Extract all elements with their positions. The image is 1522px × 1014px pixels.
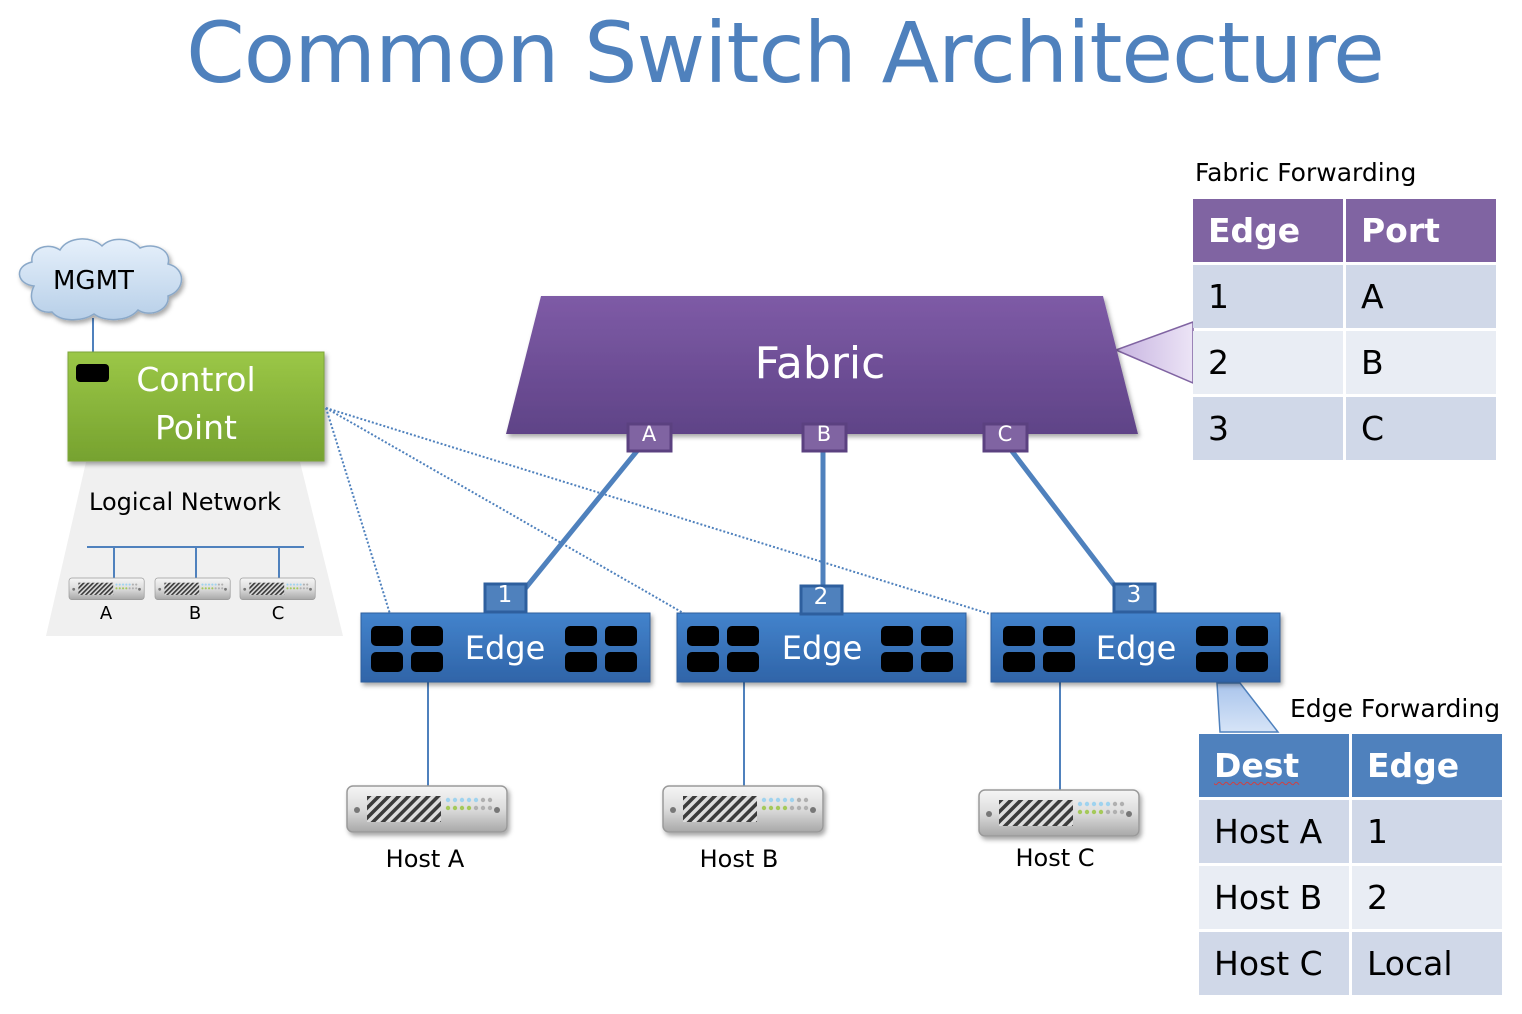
host-links	[427, 670, 1061, 792]
control-point-line2: Point	[155, 408, 237, 447]
host-b-icon[interactable]	[662, 785, 824, 833]
table-cell: 1	[1193, 265, 1343, 328]
edge-3-label: Edge	[1095, 629, 1177, 667]
logical-host-c-icon	[239, 577, 316, 600]
table-row: 2 B	[1193, 331, 1496, 394]
table-cell: Host C	[1199, 932, 1349, 995]
fabric-label: Fabric	[754, 338, 886, 389]
host-a-icon[interactable]	[346, 785, 508, 833]
mgmt-label: MGMT	[53, 266, 134, 296]
host-c-label: Host C	[1015, 844, 1095, 872]
fabric-links	[522, 444, 1120, 592]
edge-1-port-label: 1	[497, 582, 513, 608]
table-cell: 1	[1352, 800, 1502, 863]
host-c-icon[interactable]	[978, 789, 1140, 837]
logical-network-label: Logical Network	[89, 488, 281, 516]
table-cell: Host B	[1199, 866, 1349, 929]
host-a-label: Host A	[385, 845, 465, 873]
control-point-line1: Control	[136, 360, 256, 399]
table-header-cell: Dest	[1199, 734, 1349, 797]
dest-header-text: Dest	[1214, 746, 1300, 785]
fabric-forwarding-caption: Fabric Forwarding	[1195, 158, 1417, 187]
edge-table-callout	[1216, 682, 1280, 733]
logical-host-c-label: C	[271, 603, 285, 624]
table-header-cell: Edge	[1193, 199, 1343, 262]
fabric-port-a-label: A	[641, 422, 657, 446]
fabric-forwarding-table: Edge Port 1 A 2 B 3 C	[1190, 196, 1499, 463]
table-header-row: Dest Edge	[1199, 734, 1502, 797]
page-title: Common Switch Architecture	[186, 4, 1385, 102]
table-row: Host B 2	[1199, 866, 1502, 929]
edge-3-port-label: 3	[1126, 582, 1142, 608]
table-row: 3 C	[1193, 397, 1496, 460]
table-row: Host A 1	[1199, 800, 1502, 863]
fabric-port-c-label: C	[997, 422, 1013, 446]
edge-forwarding-table: Dest Edge Host A 1 Host B 2 Host C Local	[1196, 731, 1505, 998]
table-cell: Local	[1352, 932, 1502, 995]
control-point-label: Control Point	[68, 356, 324, 452]
table-cell: 3	[1193, 397, 1343, 460]
logical-host-b-label: B	[188, 603, 202, 624]
logical-host-a-label: A	[99, 603, 113, 624]
table-header-cell: Port	[1346, 199, 1496, 262]
edge-2-port-label: 2	[813, 584, 829, 610]
table-header-row: Edge Port	[1193, 199, 1496, 262]
table-cell: 2	[1193, 331, 1343, 394]
table-cell: 2	[1352, 866, 1502, 929]
table-cell: C	[1346, 397, 1496, 460]
logical-host-b-icon	[154, 577, 231, 600]
fabric-port-b-label: B	[816, 422, 832, 446]
table-cell: B	[1346, 331, 1496, 394]
table-cell: A	[1346, 265, 1496, 328]
edge-2-label: Edge	[781, 629, 863, 667]
table-row: Host C Local	[1199, 932, 1502, 995]
edge-forwarding-caption: Edge Forwarding	[1290, 694, 1501, 723]
edge-1-label: Edge	[464, 629, 546, 667]
table-cell: Host A	[1199, 800, 1349, 863]
host-b-label: Host B	[699, 845, 779, 873]
table-header-cell: Edge	[1352, 734, 1502, 797]
logical-host-a-icon	[68, 577, 145, 600]
table-row: 1 A	[1193, 265, 1496, 328]
